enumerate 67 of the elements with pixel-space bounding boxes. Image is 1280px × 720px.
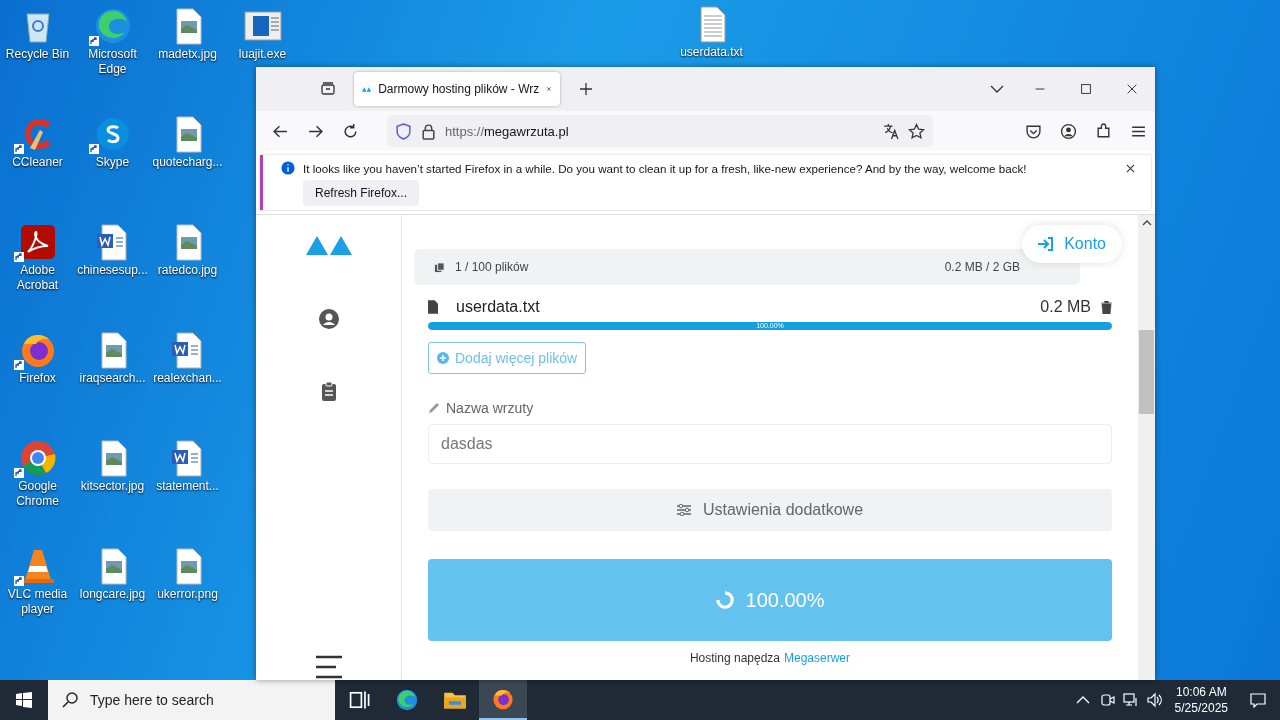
notifications-icon[interactable] xyxy=(1250,692,1266,708)
desktop-icon-label[interactable]: madetx.jpg xyxy=(150,47,225,62)
copy-icon xyxy=(434,261,445,273)
desktop-icon-label[interactable]: realexchan... xyxy=(150,371,225,386)
footer-text: Hosting napędza xyxy=(689,651,780,665)
network-icon[interactable] xyxy=(1122,692,1139,708)
spinner-icon xyxy=(715,591,734,609)
desktop-icon-label[interactable]: Adobe Acrobat xyxy=(0,263,75,293)
desktop-icon-label[interactable]: Microsoft Edge xyxy=(75,47,150,77)
desktop-icon-label[interactable]: statement... xyxy=(150,479,225,494)
desktop-icon-label[interactable]: quotecharg... xyxy=(150,155,225,170)
menu-icon[interactable] xyxy=(313,654,344,680)
app-icon[interactable] xyxy=(479,680,527,720)
close-icon[interactable] xyxy=(1126,163,1135,173)
field-label: Nazwa wrzuty xyxy=(446,400,534,416)
name-input-field[interactable]: dasdas xyxy=(428,424,1112,464)
volume-icon[interactable] xyxy=(1146,692,1163,708)
file-count: 1 / 100 plików xyxy=(455,260,529,274)
file-size: 0.2 MB xyxy=(1040,298,1091,316)
account-button[interactable]: Konto xyxy=(1022,225,1122,263)
search-icon xyxy=(62,692,78,708)
desktop-icon-label[interactable]: Firefox xyxy=(0,371,75,386)
desktop-icon-label[interactable]: longcare.jpg xyxy=(75,587,150,602)
desktop-icon-label[interactable]: ratedco.jpg xyxy=(150,263,225,278)
sliders-icon xyxy=(676,504,691,516)
close-icon[interactable] xyxy=(1125,82,1139,96)
browser-tab[interactable]: Darmowy hosting plików - Wrz xyxy=(354,72,560,106)
footer-link[interactable]: Megaserwer xyxy=(784,651,851,665)
desktop-icon-label[interactable]: luajit.exe xyxy=(225,47,300,62)
desktop-icon-label[interactable]: chinesesup... xyxy=(75,263,150,278)
account-icon[interactable] xyxy=(1060,122,1077,140)
total-size: 0.2 MB / 2 GB xyxy=(944,260,1020,274)
meet-icon[interactable] xyxy=(1098,692,1115,708)
scrollbar-thumb[interactable] xyxy=(1139,330,1154,414)
taskbar-search-field[interactable]: Type here to search xyxy=(48,680,335,720)
notification-message: It looks like you haven’t started Firefox in a while. Do you want to clean it up for a fresh, like-new experience? And by the way, welcome back! xyxy=(303,161,1027,175)
plus-icon xyxy=(437,352,449,364)
desktop-icon-label[interactable]: Google Chrome xyxy=(0,479,75,509)
scroll-up-icon[interactable] xyxy=(1141,220,1152,226)
reload-icon[interactable] xyxy=(342,122,359,140)
user-icon[interactable] xyxy=(318,309,339,329)
pencil-icon xyxy=(428,402,440,414)
address-bar[interactable]: https://megawrzuta.pl xyxy=(387,115,933,147)
info-icon xyxy=(281,161,295,175)
file-icon xyxy=(428,300,438,314)
desktop-icon-label[interactable]: ukerror.png xyxy=(150,587,225,602)
maximize-icon[interactable] xyxy=(1079,82,1093,96)
tab-list-icon[interactable] xyxy=(320,81,336,97)
new-tab-icon[interactable] xyxy=(578,81,594,97)
refresh-firefox-button[interactable]: Refresh Firefox... xyxy=(303,180,420,206)
desktop-icon-label[interactable]: iraqsearch... xyxy=(75,371,150,386)
desktop-icon-label[interactable]: Recycle Bin xyxy=(0,47,75,62)
sign-in-icon xyxy=(1038,237,1055,251)
scrollbar[interactable] xyxy=(1138,215,1155,680)
desktop-icon-label[interactable]: kitsector.jpg xyxy=(75,479,150,494)
pocket-icon[interactable] xyxy=(1025,122,1042,140)
file-name: userdata.txt xyxy=(456,298,540,316)
desktop-icon-label[interactable]: Skype xyxy=(75,155,150,170)
desktop-icon-label[interactable]: VLC media player xyxy=(0,587,75,617)
settings-button[interactable]: Ustawienia dodatkowe xyxy=(428,489,1112,531)
clock-date[interactable]: 5/25/2025 xyxy=(1174,700,1228,716)
trash-icon[interactable] xyxy=(1101,300,1112,314)
start-icon[interactable] xyxy=(16,692,32,708)
clock-time[interactable]: 10:06 AM xyxy=(1175,684,1227,700)
desktop-icon-label[interactable]: userdata.txt xyxy=(674,45,749,60)
extensions-icon[interactable] xyxy=(1095,122,1112,140)
desktop-icon-label[interactable]: CCleaner xyxy=(0,155,75,170)
